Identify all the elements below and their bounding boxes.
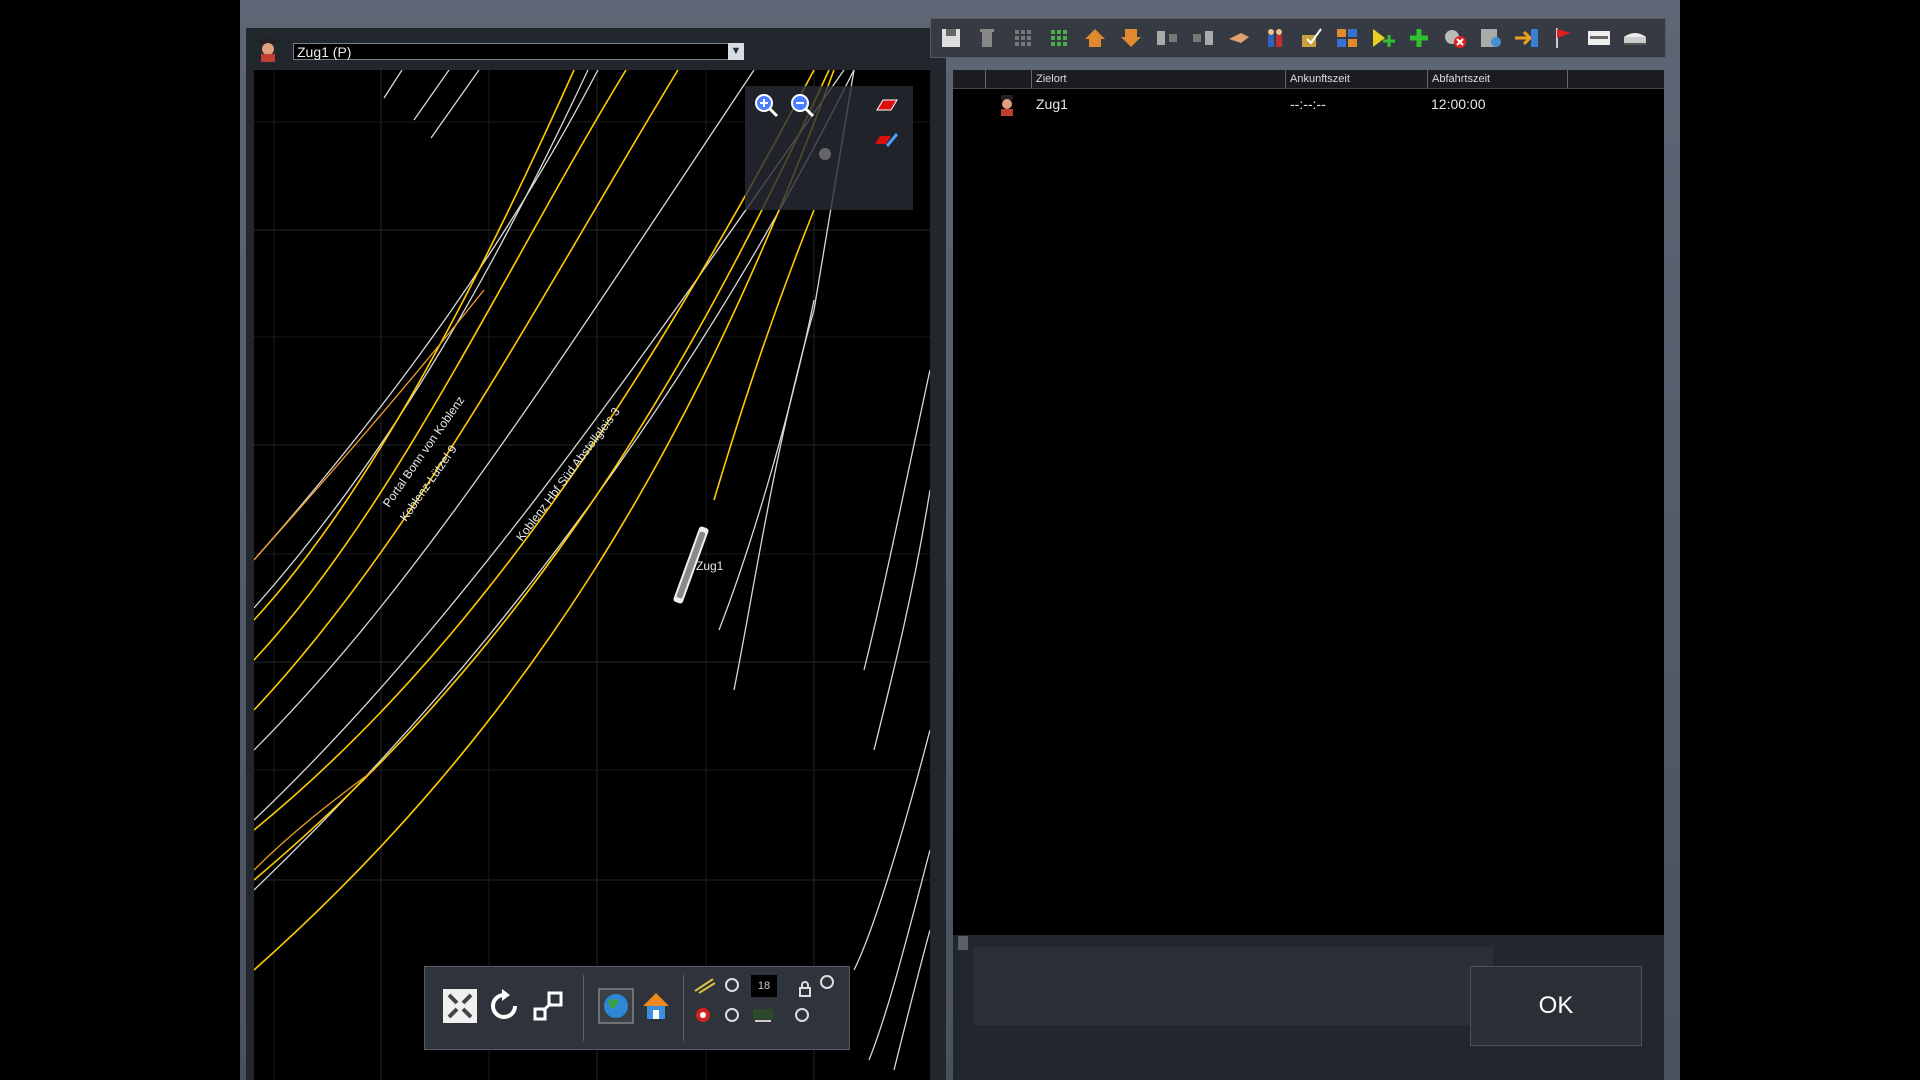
track-map-canvas: Portal Bonn von Koblenz Koblenz-Lützel 9… (254, 70, 930, 1080)
split-left-icon[interactable] (1153, 25, 1181, 51)
hand-icon[interactable] (1225, 25, 1253, 51)
save-icon[interactable] (937, 25, 965, 51)
left-black-margin (0, 0, 240, 1080)
radio-lock[interactable] (820, 975, 834, 989)
radio-ts[interactable] (795, 1008, 809, 1022)
edit-check-icon[interactable] (1297, 25, 1325, 51)
add-green-icon[interactable] (1405, 25, 1433, 51)
header-abfahrtszeit[interactable]: Abfahrtszeit (1427, 70, 1567, 88)
bottom-inner-panel (973, 947, 1493, 1025)
scroll-tab[interactable] (958, 936, 968, 950)
top-toolbar (930, 18, 1666, 58)
delete-icon[interactable] (973, 25, 1001, 51)
radio-track[interactable] (725, 978, 739, 992)
cell-departure: 12:00:00 (1431, 96, 1486, 112)
map-label-hbf: Koblenz Hbf Süd Abstellgleis 3 (513, 405, 623, 544)
grid-green-icon[interactable] (1045, 25, 1073, 51)
chevron-down-icon[interactable]: ▼ (728, 43, 744, 60)
eraser-icon[interactable] (873, 92, 899, 118)
add-yellow-icon[interactable] (1369, 25, 1397, 51)
rotate-icon[interactable] (485, 987, 523, 1025)
passenger-icon[interactable] (1261, 25, 1289, 51)
zoom-overlay (745, 86, 913, 210)
track-tool-icon[interactable] (693, 975, 717, 995)
table-row[interactable]: Zug1 --:--:-- 12:00:00 (953, 92, 1664, 118)
home-icon[interactable] (637, 987, 675, 1025)
resize-icon[interactable] (529, 987, 567, 1025)
cell-destination: Zug1 (1036, 96, 1068, 112)
driver-icon (260, 38, 276, 62)
zoom-out-icon[interactable] (789, 92, 815, 118)
cell-arrival: --:--:-- (1290, 96, 1326, 112)
flag-icon[interactable] (1549, 25, 1577, 51)
schedule-table-header: Zielort Ankunftszeit Abfahrtszeit (953, 70, 1664, 89)
number-display: 18 (751, 975, 777, 997)
move-down-icon[interactable] (1117, 25, 1145, 51)
toolbar-separator (683, 975, 684, 1041)
right-black-margin (1680, 0, 1920, 1080)
eraser-edit-icon[interactable] (873, 126, 899, 152)
exit-icon[interactable] (1513, 25, 1541, 51)
ts-tool-icon[interactable] (751, 1005, 775, 1025)
couple-icon[interactable] (1333, 25, 1361, 51)
track-map[interactable]: Portal Bonn von Koblenz Koblenz-Lützel 9… (254, 70, 930, 1080)
globe-icon[interactable] (597, 987, 635, 1025)
train-selector-bar: Zug1 (P) ▼ (248, 30, 938, 68)
fit-view-icon[interactable] (441, 987, 479, 1025)
display-icon[interactable] (1585, 25, 1613, 51)
train-label: Zug1 (696, 559, 724, 573)
signal-tool-icon[interactable] (693, 1005, 717, 1025)
driver-icon (1001, 95, 1013, 116)
header-empty (1567, 70, 1643, 88)
header-spacer (985, 70, 990, 88)
remove-icon[interactable] (1441, 25, 1469, 51)
train-select[interactable]: Zug1 (P) (293, 43, 743, 60)
lock-icon[interactable] (793, 979, 817, 999)
schedule-panel (953, 70, 1664, 1080)
radio-signal[interactable] (725, 1008, 739, 1022)
settings-icon[interactable] (1477, 25, 1505, 51)
junction-dot (819, 148, 831, 160)
toolbar-separator (583, 975, 584, 1041)
header-zielort[interactable]: Zielort (1031, 70, 1285, 88)
zoom-in-icon[interactable] (753, 92, 779, 118)
map-toolbar: 18 (424, 966, 850, 1050)
train-icon[interactable] (1621, 25, 1649, 51)
grid-icon[interactable] (1009, 25, 1037, 51)
ok-button[interactable]: OK (1470, 966, 1642, 1046)
header-ankunftszeit[interactable]: Ankunftszeit (1285, 70, 1427, 88)
split-right-icon[interactable] (1189, 25, 1217, 51)
move-up-icon[interactable] (1081, 25, 1109, 51)
